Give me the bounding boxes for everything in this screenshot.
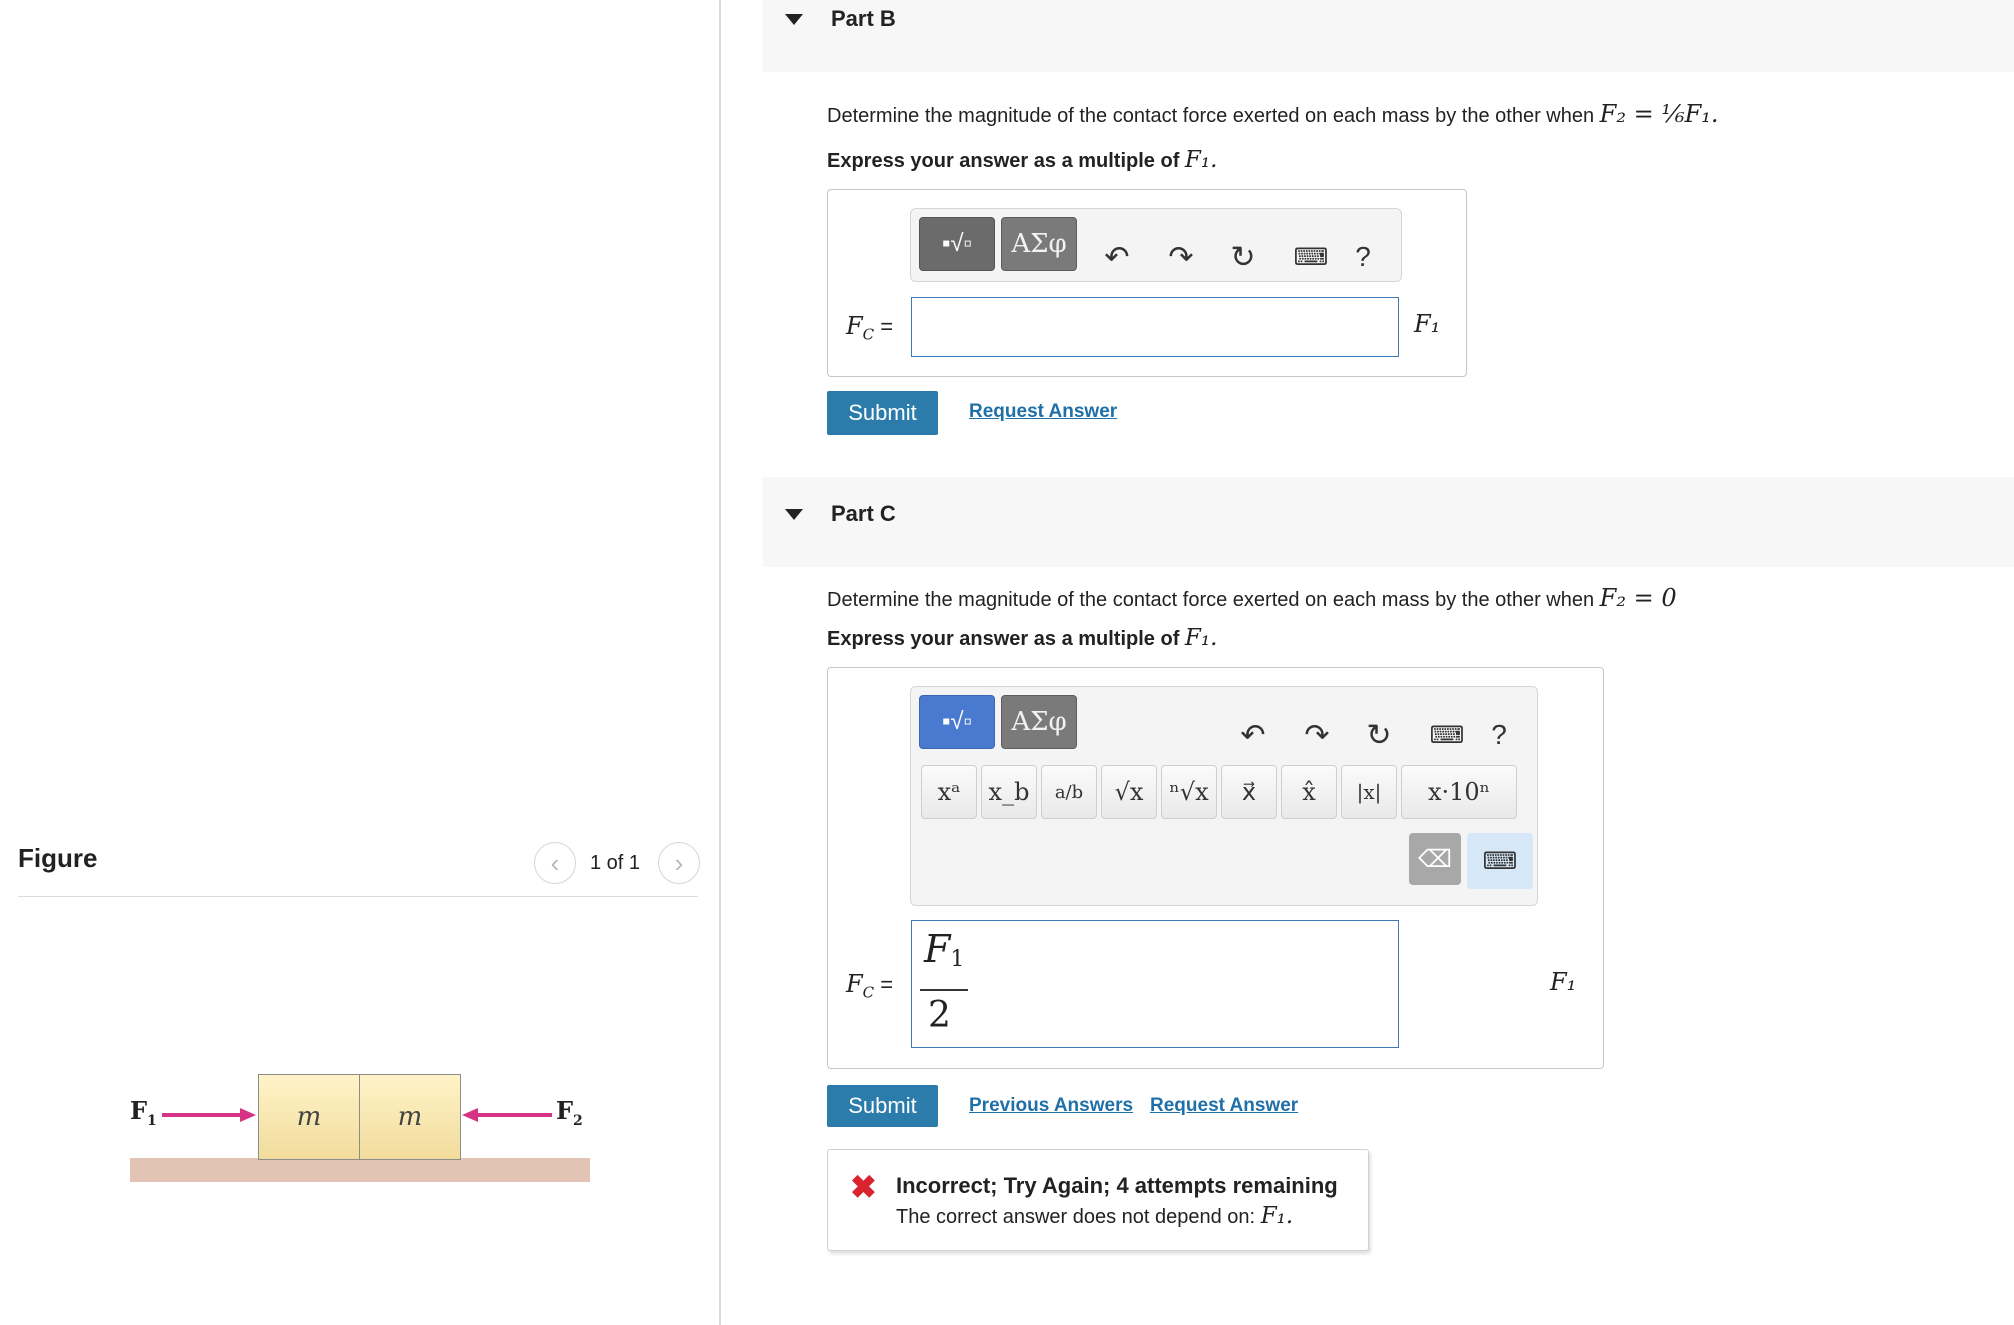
keyboard-toggle-icon[interactable]: ⌨ (1467, 833, 1533, 889)
part-b-answer-input[interactable] (911, 297, 1399, 357)
vector-key[interactable]: x⃗ (1221, 765, 1277, 819)
figure-diagram: m m F1 F2 (120, 1060, 600, 1190)
sqrt-key[interactable]: √x (1101, 765, 1157, 819)
greek-symbols-button[interactable]: ΑΣφ (1001, 217, 1077, 271)
unit-vector-key[interactable]: x̂ (1281, 765, 1337, 819)
force-label-left: F1 (130, 1096, 157, 1129)
redo-icon[interactable]: ↷ (1161, 237, 1201, 277)
part-b-request-answer-link[interactable]: Request Answer (969, 401, 1117, 423)
force-arrows (162, 1108, 552, 1122)
force-label-right: F2 (556, 1096, 583, 1129)
part-b-fc-label: FC = (846, 312, 894, 344)
ground (130, 1158, 590, 1182)
caret-down-icon[interactable] (785, 14, 803, 25)
fraction-key[interactable]: a/b (1041, 765, 1097, 819)
part-c-express: Express your answer as a multiple of F₁. (827, 625, 1218, 651)
templates-button[interactable]: ▪√▫ (919, 695, 995, 749)
part-c-submit-button[interactable]: Submit (827, 1085, 938, 1127)
absolute-value-key[interactable]: |x| (1341, 765, 1397, 819)
nth-root-key[interactable]: ⁿ√x (1161, 765, 1217, 819)
part-b-header[interactable]: Part B (763, 0, 2014, 72)
part-c-title: Part C (831, 501, 896, 526)
figure-title: Figure (18, 843, 98, 873)
part-c-answer-input[interactable]: F1 2 (911, 920, 1399, 1048)
part-b-question: Determine the magnitude of the contact f… (827, 100, 1719, 128)
superscript-key[interactable]: xᵃ (921, 765, 977, 819)
template-icon: ▪√▫ (941, 230, 973, 257)
template-icon: ▪√▫ (941, 708, 973, 735)
chevron-right-icon: › (674, 847, 684, 878)
figure-prev-button[interactable]: ‹ (534, 842, 576, 884)
part-c-question: Determine the magnitude of the contact f… (827, 584, 1677, 612)
fraction-denominator: 2 (928, 995, 951, 1036)
caret-down-icon[interactable] (785, 509, 803, 520)
part-b-submit-button[interactable]: Submit (827, 391, 938, 435)
reset-icon[interactable]: ↻ (1223, 237, 1263, 277)
part-c-toolbar: ▪√▫ ΑΣφ ↶ ↷ ↻ ⌨ ? xᵃ x_b a/b √x ⁿ√x x⃗ x… (910, 686, 1538, 906)
part-b-toolbar: ▪√▫ ΑΣφ ↶ ↷ ↻ ⌨ ? (910, 208, 1402, 282)
part-c-request-answer-link[interactable]: Request Answer (1150, 1095, 1298, 1117)
figure-counter: 1 of 1 (590, 852, 641, 874)
part-b-answer-box: ▪√▫ ΑΣφ ↶ ↷ ↻ ⌨ ? FC = F₁ (827, 189, 1467, 377)
keyboard-icon[interactable]: ⌨ (1423, 715, 1471, 755)
figure-next-button[interactable]: › (658, 842, 700, 884)
greek-symbols-button[interactable]: ΑΣφ (1001, 695, 1077, 749)
undo-icon[interactable]: ↶ (1097, 237, 1137, 277)
feedback-message: The correct answer does not depend on: F… (896, 1203, 1294, 1229)
previous-answers-link[interactable]: Previous Answers (969, 1095, 1133, 1117)
templates-button[interactable]: ▪√▫ (919, 217, 995, 271)
scientific-notation-key[interactable]: x·10ⁿ (1401, 765, 1517, 819)
part-c-answer-box: ▪√▫ ΑΣφ ↶ ↷ ↻ ⌨ ? xᵃ x_b a/b √x ⁿ√x x⃗ x… (827, 667, 1604, 1069)
panel-divider (719, 0, 721, 1325)
feedback-title: Incorrect; Try Again; 4 attempts remaini… (896, 1173, 1338, 1198)
part-b-express: Express your answer as a multiple of F₁. (827, 147, 1218, 173)
reset-icon[interactable]: ↻ (1359, 715, 1399, 755)
figure-rule (18, 896, 698, 897)
part-b-title: Part B (831, 6, 896, 31)
chevron-left-icon: ‹ (550, 847, 560, 878)
fraction-bar (920, 989, 968, 991)
backspace-icon[interactable]: ⌫ (1409, 833, 1461, 885)
part-c-header[interactable]: Part C (763, 477, 2014, 567)
undo-icon[interactable]: ↶ (1233, 715, 1273, 755)
help-button[interactable]: ? (1343, 237, 1383, 277)
feedback-box: ✖ Incorrect; Try Again; 4 attempts remai… (827, 1149, 1369, 1251)
redo-icon[interactable]: ↷ (1297, 715, 1337, 755)
error-x-icon: ✖ (850, 1169, 877, 1205)
part-b-unit: F₁ (1414, 310, 1441, 338)
part-c-unit: F₁ (1550, 968, 1577, 996)
subscript-key[interactable]: x_b (981, 765, 1037, 819)
fraction-numerator: F1 (924, 927, 965, 973)
part-c-fc-label: FC = (846, 970, 894, 1002)
help-button[interactable]: ? (1479, 715, 1519, 755)
keyboard-icon[interactable]: ⌨ (1287, 237, 1335, 277)
